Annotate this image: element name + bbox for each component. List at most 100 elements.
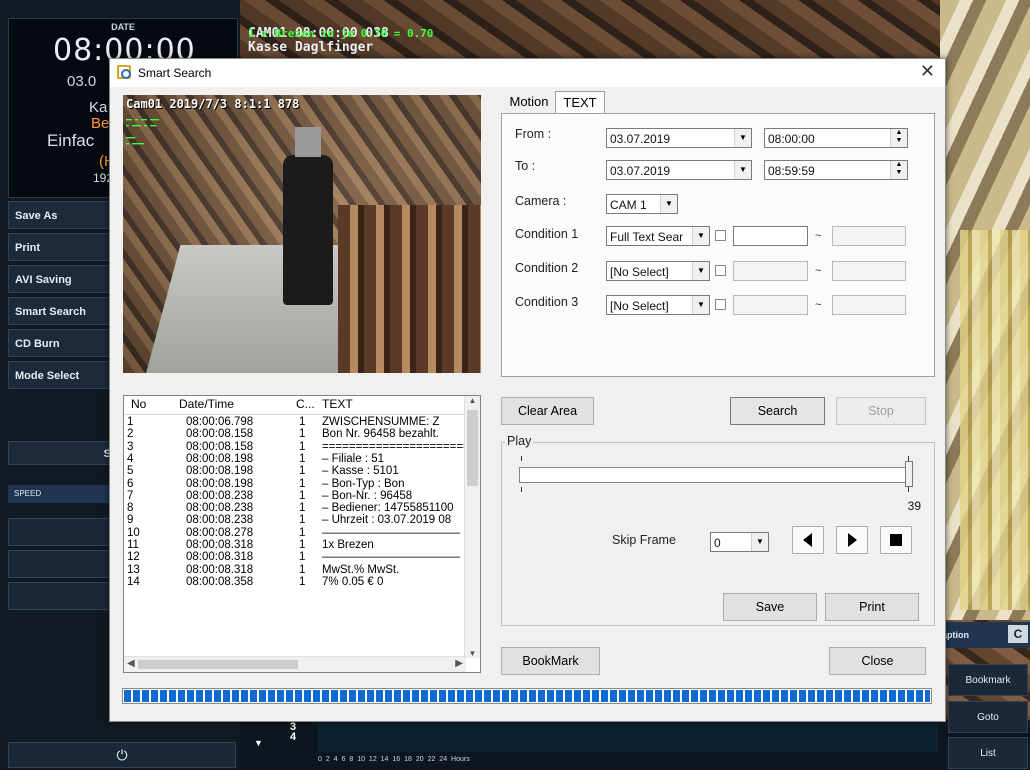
info-line-1: Ka [89, 99, 108, 116]
condition3-select[interactable]: [No Select] ▼ [606, 295, 710, 315]
cell-dt: 08:00:08.318 [186, 539, 254, 551]
condition2-select[interactable]: [No Select] ▼ [606, 261, 710, 281]
cell-text: – Bediener: 14755851100 [322, 502, 454, 515]
header-datetime[interactable]: Date/Time [179, 397, 234, 411]
spin-arrows-icon[interactable]: ▲ ▼ [890, 129, 907, 147]
chevron-down-icon[interactable]: ▼ [751, 533, 768, 551]
chevron-down-icon[interactable]: ▼ [692, 227, 709, 245]
slider-tick [521, 487, 522, 492]
table-row[interactable]: 10 08:00:08.278 1 ———————————— [124, 527, 466, 539]
step-back-button[interactable] [792, 526, 824, 554]
timeline-ticks: 0 2 4 6 8 10 12 14 16 18 20 22 24 Hours [318, 756, 470, 763]
scroll-left-icon[interactable]: ◀ [127, 658, 135, 669]
table-row[interactable]: 9 08:00:08.238 1 – Uhrzeit : 03.07.2019 08 [124, 514, 466, 526]
preview-counter [338, 205, 481, 373]
goto-button[interactable]: Goto [948, 701, 1028, 733]
hscroll-thumb[interactable] [138, 660, 298, 669]
condition1-input-to[interactable] [832, 226, 906, 246]
condition2-input[interactable] [733, 261, 808, 281]
to-date-picker[interactable]: 03.07.2019 ▼ [606, 160, 752, 180]
condition2-checkbox[interactable] [715, 265, 726, 276]
list-button[interactable]: List [948, 737, 1028, 769]
clear-area-button[interactable]: Clear Area [501, 397, 594, 425]
table-row[interactable]: 4 08:00:08.198 1 – Filiale : 51 [124, 453, 466, 465]
power-icon[interactable]: ⏻ [8, 742, 236, 768]
camera-select[interactable]: CAM 1 ▼ [606, 194, 678, 214]
chevron-down-icon[interactable]: ▼ [660, 195, 677, 213]
stop-playback-button[interactable] [880, 526, 912, 554]
vertical-scrollbar[interactable]: ▲ ▼ [464, 396, 480, 658]
table-row[interactable]: 5 08:00:08.198 1 – Kasse : 5101 [124, 465, 466, 477]
table-row[interactable]: 13 08:00:08.318 1 MwSt.% MwSt. [124, 564, 466, 576]
play-group: Play 39 Skip Frame 0 ▼ Save Print [501, 434, 935, 626]
chevron-down-icon[interactable]: ▼ [734, 161, 751, 179]
spin-arrows-icon[interactable]: ▲ ▼ [890, 161, 907, 179]
cell-dt: 08:00:08.238 [186, 489, 254, 502]
chevron-down-icon[interactable]: ▼ [734, 129, 751, 147]
table-row[interactable]: 14 08:00:08.358 1 7% 0.05 € 0 [124, 576, 466, 588]
cell-c: 1 [299, 416, 306, 428]
list-header: No Date/Time C... TEXT [124, 396, 466, 415]
condition1-input[interactable] [733, 226, 808, 246]
to-time-spinner[interactable]: 08:59:59 ▲ ▼ [764, 160, 908, 180]
print-button-dialog[interactable]: Print [825, 593, 919, 621]
from-time-spinner[interactable]: 08:00:00 ▲ ▼ [764, 128, 908, 148]
play-slider-thumb[interactable] [905, 461, 913, 487]
condition2-input-to[interactable] [832, 261, 906, 281]
preview-caption: Cam01 2019/7/3 8:1:1 878 [126, 97, 300, 111]
save-button[interactable]: Save [723, 593, 817, 621]
date-label: DATE [111, 22, 135, 32]
condition3-input-to[interactable] [832, 295, 906, 315]
close-button[interactable]: Close [829, 647, 926, 675]
table-row[interactable]: 12 08:00:08.318 1 ———————————— [124, 551, 466, 563]
cell-text: 7% 0.05 € 0 [322, 575, 384, 588]
header-text[interactable]: TEXT [322, 397, 353, 411]
cell-c: 1 [299, 514, 306, 527]
caption-button[interactable]: C [1008, 625, 1028, 643]
condition3-input[interactable] [733, 295, 808, 315]
scroll-down-icon[interactable]: ▼ [465, 649, 480, 658]
skip-frame-select[interactable]: 0 ▼ [710, 532, 769, 552]
bookmark-button[interactable]: BookMark [501, 647, 600, 675]
table-row[interactable]: 2 08:00:08.158 1 Bon Nr. 96458 bezahlt. [124, 428, 466, 440]
from-date-picker[interactable]: 03.07.2019 ▼ [606, 128, 752, 148]
table-row[interactable]: 3 08:00:08.158 1 ======================== [124, 441, 466, 453]
condition3-checkbox[interactable] [715, 299, 726, 310]
scroll-thumb[interactable] [467, 410, 478, 486]
condition1-select[interactable]: Full Text Sear ▼ [606, 226, 710, 246]
close-icon[interactable]: ✕ [920, 61, 935, 82]
table-row[interactable]: 1 08:00:06.798 1 ZWISCHENSUMME: Z [124, 416, 466, 428]
cell-c: 1 [299, 489, 306, 502]
play-group-label: Play [505, 434, 534, 448]
scroll-up-icon[interactable]: ▲ [465, 396, 480, 405]
chevron-down-icon[interactable]: ▼ [692, 296, 709, 314]
table-row[interactable]: 7 08:00:08.238 1 – Bon-Nr. : 96458 [124, 490, 466, 502]
play-slider-track[interactable] [519, 467, 911, 483]
table-row[interactable]: 8 08:00:08.238 1 – Bediener: 14755851100 [124, 502, 466, 514]
slider-tick [521, 456, 522, 461]
table-row[interactable]: 6 08:00:08.198 1 – Bon-Typ : Bon [124, 478, 466, 490]
horizontal-scrollbar[interactable]: ◀ ▶ [124, 656, 466, 672]
timeline[interactable]: ▼ 3 4 0 2 4 6 8 10 12 14 16 18 20 22 24 … [240, 720, 940, 769]
timeline-dropdown-icon[interactable]: ▼ [254, 738, 263, 748]
search-button[interactable]: Search [730, 397, 825, 425]
scroll-right-icon[interactable]: ▶ [455, 658, 463, 669]
condition1-checkbox[interactable] [715, 230, 726, 241]
header-no[interactable]: No [131, 397, 146, 411]
play-forward-button[interactable] [836, 526, 868, 554]
chevron-down-icon[interactable]: ▼ [692, 262, 709, 280]
bookmark-side-button[interactable]: Bookmark [948, 664, 1028, 696]
search-app-icon [117, 65, 131, 79]
cell-no: 12 [127, 551, 140, 564]
stop-button[interactable]: Stop [836, 397, 926, 425]
timeline-bar[interactable] [318, 722, 938, 752]
results-list[interactable]: No Date/Time C... TEXT 1 08:00:06.798 1 ZWI… [123, 395, 481, 673]
tab-motion[interactable]: Motion [503, 91, 555, 113]
cell-c: 1 [299, 551, 306, 564]
cell-dt: 08:00:06.798 [186, 416, 254, 428]
cell-c: 1 [299, 465, 306, 478]
dialog-titlebar[interactable]: Smart Search ✕ [110, 59, 945, 87]
play-icon [848, 533, 857, 547]
header-camera[interactable]: C... [296, 397, 315, 411]
table-row[interactable]: 11 08:00:08.318 1 1x Brezen [124, 539, 466, 551]
